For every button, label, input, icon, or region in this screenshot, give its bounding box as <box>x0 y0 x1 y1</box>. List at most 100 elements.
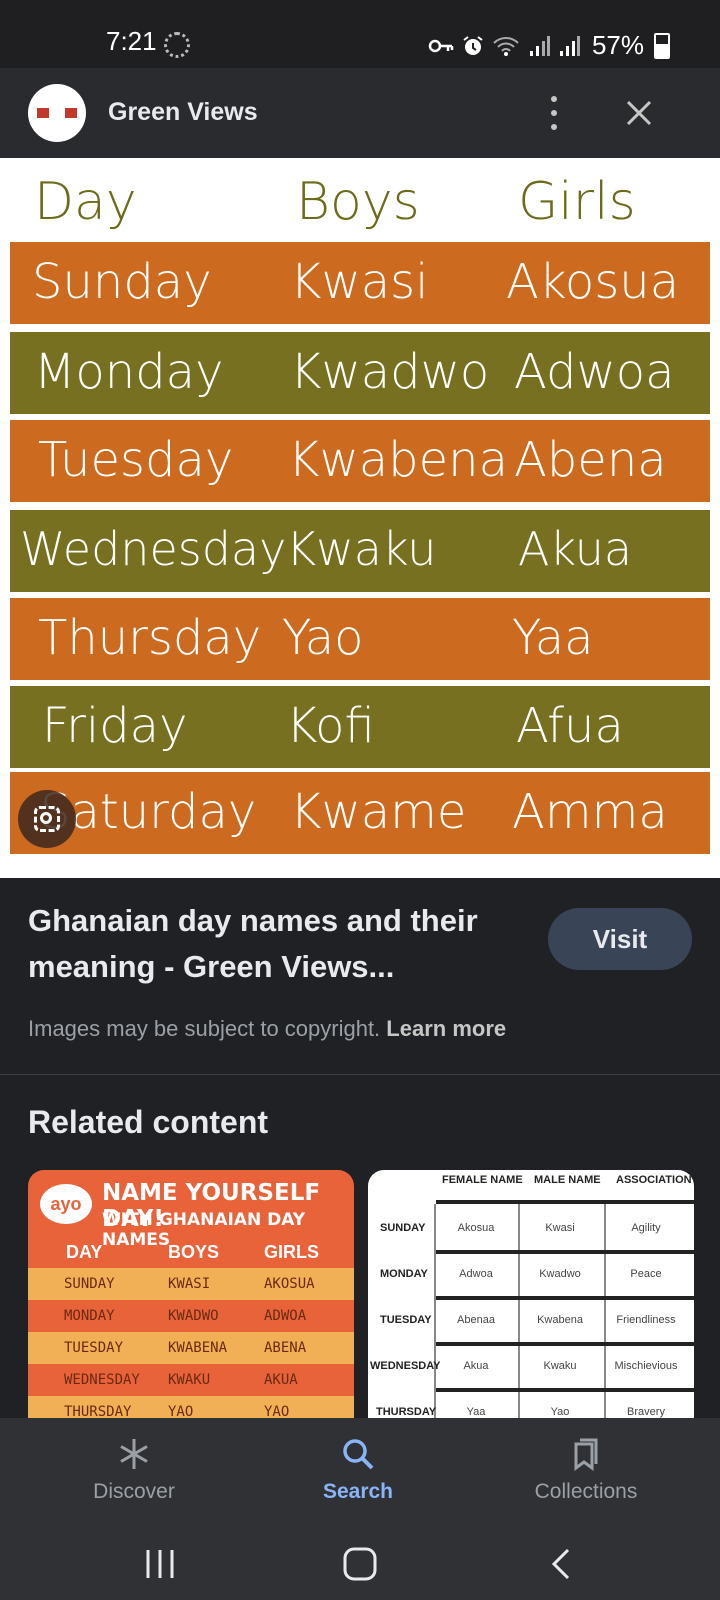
card2-day: SUNDAY <box>380 1222 426 1234</box>
row-boy: Kwadwo <box>290 344 490 400</box>
nav-search[interactable]: Search <box>268 1418 448 1528</box>
card1-cell: MONDAY <box>64 1308 115 1324</box>
image-row: Thursday Yao Yaa <box>10 598 710 680</box>
card2-cell: Adwoa <box>459 1268 493 1280</box>
asterisk-icon <box>120 1439 148 1469</box>
table-divider <box>436 1250 694 1254</box>
image-row: Tuesday Kwabena Abena <box>10 420 710 502</box>
row-girl: Akosua <box>506 254 680 310</box>
more-vert-icon[interactable] <box>548 96 560 130</box>
copyright-notice: Images may be subject to copyright. Lear… <box>28 1016 506 1042</box>
learn-more-link[interactable]: Learn more <box>386 1016 506 1041</box>
card2-cell: Agility <box>631 1222 661 1234</box>
nav-collections-label: Collections <box>534 1480 638 1503</box>
card1-cell: ABENA <box>264 1340 307 1356</box>
vpn-key-icon <box>428 39 454 52</box>
card2-cell: Kwaku <box>543 1360 577 1372</box>
card2-cell: Kwabena <box>537 1314 583 1326</box>
collections-icon <box>574 1438 598 1471</box>
status-icons: 57% <box>428 30 670 61</box>
close-icon[interactable] <box>622 96 656 130</box>
image-header-boys: Boys <box>296 172 420 232</box>
nav-discover[interactable]: Discover <box>44 1418 224 1528</box>
row-girl: Adwoa <box>514 344 675 400</box>
card1-cell: KWAKU <box>168 1372 211 1388</box>
card1-cell: WEDNESDAY <box>64 1372 140 1388</box>
result-title[interactable]: Ghanaian day names and their meaning - G… <box>28 898 518 990</box>
viewer-header: Green Views <box>0 68 720 158</box>
recent-apps-icon[interactable] <box>138 1542 182 1586</box>
related-card-2[interactable]: FEMALE NAME MALE NAME ASSOCIATION SUNDAY… <box>368 1170 694 1418</box>
bottom-nav: Discover Search Collections <box>0 1418 720 1528</box>
row-day: Monday <box>34 344 224 400</box>
card2-cell: Mischievious <box>614 1360 678 1372</box>
card2-header-male: MALE NAME <box>534 1174 601 1186</box>
card1-cell: AKUA <box>264 1372 298 1388</box>
row-boy: Kwaku <box>286 522 437 576</box>
table-divider <box>436 1200 694 1204</box>
row-day: Tuesday <box>38 432 234 488</box>
card2-cell: Yao <box>550 1406 570 1418</box>
card2-cell: Kwadwo <box>539 1268 581 1280</box>
row-boy: Kwabena <box>288 432 508 488</box>
status-time: 7:21 <box>106 26 157 56</box>
image-row: Sunday Kwasi Akosua <box>10 242 710 324</box>
row-day: Friday <box>42 698 188 754</box>
row-boy: Kwasi <box>290 254 429 310</box>
table-divider <box>604 1204 606 1418</box>
wifi-icon <box>493 36 519 56</box>
card1-header-day: DAY <box>66 1242 103 1262</box>
result-image[interactable]: Day Boys Girls Sunday Kwasi Akosua Monda… <box>0 158 720 878</box>
result-info: Ghanaian day names and their meaning - G… <box>0 878 720 1075</box>
site-name[interactable]: Green Views <box>108 98 258 127</box>
card1-cell: SUNDAY <box>64 1276 115 1292</box>
card2-cell: Abenaa <box>457 1314 495 1326</box>
nav-collections[interactable]: Collections <box>496 1418 676 1528</box>
card2-cell: Akua <box>463 1360 489 1372</box>
card1-cell: KWADWO <box>168 1308 219 1324</box>
card1-row: MONDAY KWADWO ADWOA <box>28 1300 354 1332</box>
card1-cell: KWABENA <box>168 1340 228 1356</box>
card2-day: MONDAY <box>380 1268 428 1280</box>
visit-button[interactable]: Visit <box>548 908 692 970</box>
table-divider <box>436 1296 694 1300</box>
nav-discover-label: Discover <box>93 1480 175 1503</box>
table-divider <box>518 1204 520 1418</box>
card2-cell: Friendliness <box>616 1314 676 1326</box>
home-icon[interactable] <box>338 1542 382 1586</box>
row-girl: Yaa <box>512 610 594 666</box>
back-icon[interactable] <box>540 1542 584 1586</box>
table-divider <box>434 1204 436 1418</box>
table-divider <box>436 1342 694 1346</box>
image-row: Friday Kofi Afua <box>10 686 710 768</box>
related-content-title: Related content <box>28 1104 269 1140</box>
card1-cell: KWASI <box>168 1276 211 1292</box>
copyright-text: Images may be subject to copyright. <box>28 1016 381 1041</box>
card1-row: WEDNESDAY KWAKU AKUA <box>28 1364 354 1396</box>
table-divider <box>436 1388 694 1392</box>
battery-icon <box>654 32 670 59</box>
card1-cell: ADWOA <box>264 1308 307 1324</box>
lens-search-icon[interactable] <box>18 790 76 848</box>
card1-cell: YAO <box>168 1404 194 1418</box>
ayo-logo: ayo <box>40 1184 92 1224</box>
card1-row: SUNDAY KWASI AKOSUA <box>28 1268 354 1300</box>
card1-header-boys: BOYS <box>168 1242 220 1262</box>
card2-cell: Peace <box>630 1268 662 1280</box>
row-day: Sunday <box>32 254 212 310</box>
card2-cell: Kwasi <box>545 1222 575 1234</box>
signal-icon-2 <box>559 35 580 56</box>
card2-day: THURSDAY <box>376 1406 437 1418</box>
related-card-1[interactable]: ayo NAME YOURSELF DAY! WITH GHANAIAN DAY… <box>28 1170 354 1418</box>
row-girl: Afua <box>516 698 624 754</box>
site-logo[interactable] <box>28 84 86 142</box>
row-boy: Yao <box>282 610 364 666</box>
row-day: Wednesday <box>20 522 287 576</box>
card2-cell: Yaa <box>466 1406 486 1418</box>
status-bar: 7:21 57% <box>0 0 720 68</box>
card2-header-association: ASSOCIATION <box>616 1174 692 1186</box>
card1-cell: AKOSUA <box>264 1276 315 1292</box>
card2-cell: Bravery <box>627 1406 665 1418</box>
image-header-girls: Girls <box>518 172 636 232</box>
system-nav-bar <box>0 1528 720 1600</box>
